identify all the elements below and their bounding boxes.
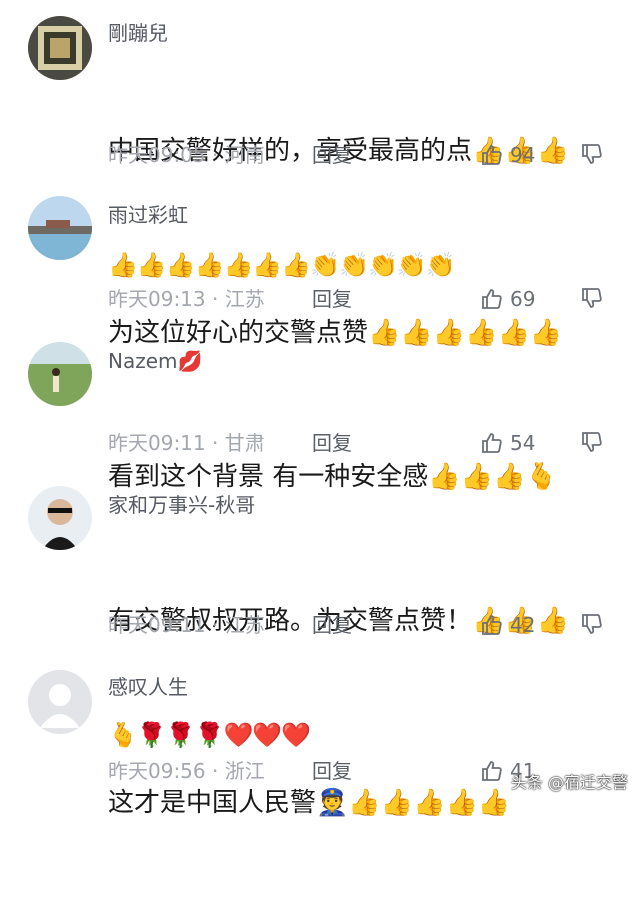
comment-item: Nazem💋 看到这个背景 有一种安全感👍👍👍🫰 昨天09:11 · 甘肃 回复… [0,342,640,492]
thumbs-down-icon [582,144,602,164]
thumbs-down-icon [582,432,602,452]
reply-button[interactable]: 回复 [312,428,352,458]
meta-separator: · [205,143,225,167]
comment-location: 河南 [224,143,265,167]
thumbs-up-icon [482,615,502,635]
username[interactable]: 雨过彩虹 [108,200,188,230]
meta-separator: · [205,287,225,311]
reply-button[interactable]: 回复 [312,284,352,314]
thumbs-down-icon [582,614,602,634]
comment-location: 浙江 [224,759,265,783]
avatar[interactable] [28,342,92,406]
username[interactable]: 剛蹦兒 [108,18,168,48]
thumbs-up-icon [482,145,502,165]
comment-item: 家和万事兴-秋哥 有交警叔叔开路。为交警点赞！👍👍👍 🫰🌹🌹🌹❤️❤️❤️ 昨天… [0,486,640,749]
avatar[interactable] [28,16,92,80]
reply-button[interactable]: 回复 [312,140,352,170]
comment-meta: 昨天09:11 · 甘肃 回复 54 [108,428,608,458]
comment-location: 江苏 [224,287,265,311]
meta-separator: · [205,613,225,637]
like-count: 54 [510,431,536,455]
like-button[interactable]: 42 [480,610,535,640]
like-count: 42 [510,613,536,637]
comment-text: 这才是中国人民警👮👍👍👍👍👍 [108,708,608,898]
comment-time: 昨天09:11 [108,431,206,455]
comment-time: 昨天09:05 [108,143,206,167]
comment-item: 剛蹦兒 中国交警好样的，享受最高的点👍👍👍 👍👍👍👍👍👍👍👏👏👏👏👏 昨天09:… [0,16,640,279]
like-count: 69 [510,287,536,311]
dislike-button[interactable] [580,142,604,174]
comment-meta: 昨天09:13 · 江苏 回复 69 [108,284,608,314]
like-button[interactable]: 69 [480,284,535,314]
thumbs-down-icon [582,288,602,308]
username[interactable]: 家和万事兴-秋哥 [108,490,255,520]
thumbs-up-icon [482,433,502,453]
reply-button[interactable]: 回复 [312,610,352,640]
reply-button[interactable]: 回复 [312,756,352,786]
dislike-button[interactable] [580,430,604,462]
meta-separator: · [205,759,225,783]
thumbs-up-icon [482,761,502,781]
comment-time: 昨天09:11 [108,613,206,637]
comment-item: 雨过彩虹 为这位好心的交警点赞👍👍👍👍👍👍 昨天09:13 · 江苏 回复 69 [0,196,640,348]
comment-time: 昨天09:13 [108,287,206,311]
comment-time-location: 昨天09:13 · 江苏 [108,284,265,314]
like-button[interactable]: 94 [480,140,535,170]
like-button[interactable]: 54 [480,428,535,458]
avatar[interactable] [28,196,92,260]
username[interactable]: Nazem💋 [108,346,202,376]
comment-meta: 昨天09:05 · 河南 回复 94 [108,140,608,170]
comment-time-location: 昨天09:11 · 甘肃 [108,428,265,458]
meta-separator: · [205,431,225,455]
comment-time-location: 昨天09:11 · 江苏 [108,610,265,640]
username[interactable]: 感叹人生 [108,672,188,702]
comment-time-location: 昨天09:56 · 浙江 [108,756,265,786]
avatar[interactable] [28,670,92,734]
thumbs-up-icon [482,289,502,309]
dislike-button[interactable] [580,286,604,318]
like-count: 94 [510,143,536,167]
comment-location: 甘肃 [224,431,265,455]
comment-meta: 昨天09:11 · 江苏 回复 42 [108,610,608,640]
watermark: 头条 @宿迁交警 [510,773,628,792]
comment-time: 昨天09:56 [108,759,206,783]
dislike-button[interactable] [580,612,604,644]
comment-location: 江苏 [224,613,265,637]
comment-time-location: 昨天09:05 · 河南 [108,140,265,170]
avatar[interactable] [28,486,92,550]
